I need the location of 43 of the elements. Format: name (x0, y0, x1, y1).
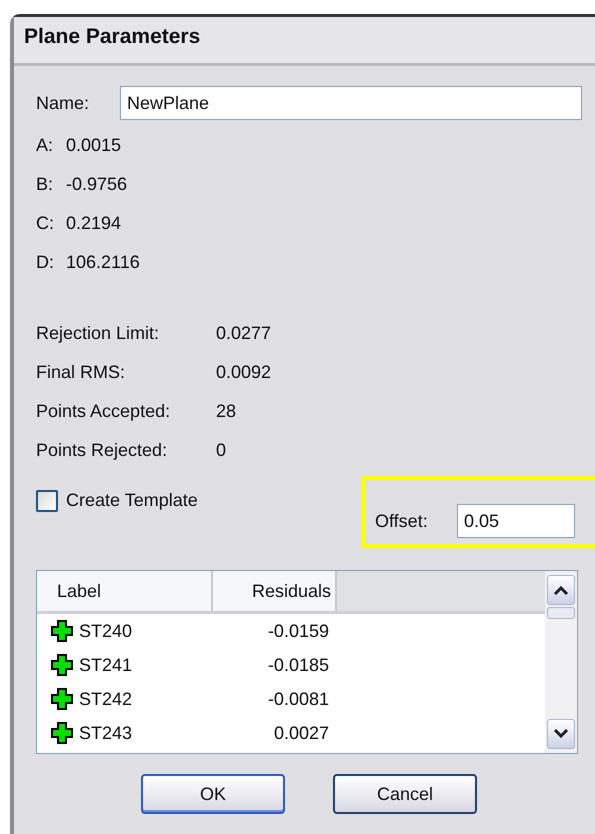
scrollbar-thumb[interactable] (547, 607, 575, 619)
offset-field[interactable]: 0.05 (457, 504, 575, 538)
scrollbar[interactable] (545, 571, 577, 753)
coefficient-label: D: (36, 252, 55, 273)
field-label: Name: (36, 92, 90, 114)
coefficient-label: C: (36, 213, 55, 234)
window-title: Plane Parameters (14, 17, 595, 66)
table-cell-text: ST240 (79, 620, 134, 642)
stat-value: 0.0092 (216, 362, 272, 383)
plus-icon (51, 722, 73, 744)
table-cell-text: ST242 (79, 688, 134, 710)
scroll-up-icon (553, 585, 569, 595)
plus-icon (51, 688, 73, 710)
stat-value: 28 (216, 401, 236, 422)
cancel-button[interactable]: Cancel (333, 774, 477, 814)
coefficient-value: 106.2116 (66, 252, 140, 273)
column-header[interactable]: Residuals (213, 571, 337, 611)
ok-button[interactable]: OK (141, 774, 285, 814)
table-cell-text: ST243 (79, 722, 134, 744)
table-cell-text: ST241 (79, 654, 134, 676)
stat-value: 0 (216, 440, 226, 461)
offset-label: Offset: (375, 510, 429, 532)
stat-label: Rejection Limit: (36, 323, 160, 344)
checkbox[interactable] (36, 490, 58, 512)
column-header[interactable]: Label (37, 571, 213, 611)
table-cell-text: 0.0027 (272, 722, 330, 744)
coefficient-label: B: (36, 174, 54, 195)
name-field[interactable]: NewPlane (120, 86, 582, 120)
coefficient-label: A: (36, 135, 54, 156)
stat-label: Final RMS: (36, 362, 126, 383)
stat-label: Points Accepted: (36, 401, 172, 422)
table-cell-text: -0.0159 (266, 620, 330, 642)
coefficient-value: -0.9756 (66, 174, 128, 195)
stat-value: 0.0277 (216, 323, 272, 344)
table-cell-text: -0.0081 (266, 688, 330, 710)
scroll-down-icon (553, 729, 569, 739)
plus-icon (51, 654, 73, 676)
stat-label: Points Rejected: (36, 440, 168, 461)
coefficient-value: 0.2194 (66, 213, 122, 234)
checkbox-label: Create Template (66, 490, 199, 511)
coefficient-value: 0.0015 (66, 135, 122, 156)
table-cell-text: -0.0185 (266, 654, 330, 676)
plus-icon (51, 620, 73, 642)
